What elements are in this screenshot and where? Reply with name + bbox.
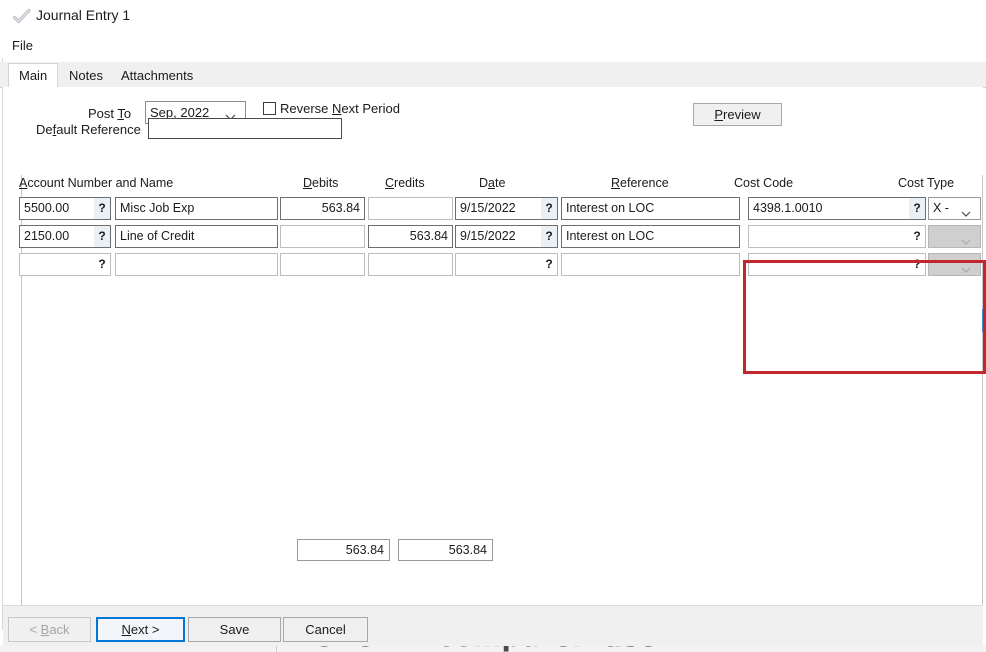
reverse-next-period-group[interactable]: Reverse Next Period — [263, 101, 400, 116]
table-row-debits[interactable] — [280, 253, 365, 276]
journal-entry-icon — [12, 6, 32, 26]
preview-button[interactable]: Preview — [693, 103, 782, 126]
journal-entry-window: Journal Entry 1 File Main Notes Attachme… — [0, 0, 986, 645]
debits-total: 563.84 — [297, 539, 390, 561]
journal-entry-screen: ement Deltek + ComputerEase Journal Entr… — [0, 0, 986, 652]
tab-strip: Main Notes Attachments — [0, 62, 986, 88]
table-row-cost-type — [928, 225, 981, 248]
table-row-debits[interactable]: 563.84 — [280, 197, 365, 220]
default-reference-input[interactable] — [148, 118, 342, 139]
date-lookup-icon[interactable]: ? — [541, 226, 557, 247]
column-header-account[interactable]: Account Number and Name — [19, 176, 173, 190]
table-row-credits[interactable] — [368, 253, 453, 276]
table-row-account-name[interactable]: Misc Job Exp — [115, 197, 278, 220]
table-row-cost-code[interactable] — [748, 253, 926, 276]
table-row-credits[interactable]: 563.84 — [368, 225, 453, 248]
column-header-date[interactable]: Date — [479, 176, 505, 190]
column-header-cost-code[interactable]: Cost Code — [734, 176, 793, 190]
cost-code-lookup-icon[interactable]: ? — [909, 226, 925, 247]
window-title: Journal Entry 1 — [36, 7, 130, 23]
column-header-credits[interactable]: Credits — [385, 176, 425, 190]
tab-attachments[interactable]: Attachments — [110, 64, 204, 87]
offscreen-field-edge[interactable] — [982, 309, 986, 332]
table-row-credits[interactable] — [368, 197, 453, 220]
back-button: < Back — [8, 617, 91, 642]
tab-main[interactable]: Main — [8, 63, 58, 88]
cost-code-lookup-icon[interactable]: ? — [909, 254, 925, 275]
tab-notes[interactable]: Notes — [58, 64, 114, 87]
table-row-cost-type[interactable]: X - — [928, 197, 981, 220]
credits-total: 563.84 — [398, 539, 493, 561]
table-row-account-name[interactable]: Line of Credit — [115, 225, 278, 248]
cost-code-lookup-icon[interactable]: ? — [909, 198, 925, 219]
reverse-next-period-label: Reverse Next Period — [280, 101, 400, 116]
menu-item-file[interactable]: File — [9, 37, 36, 54]
account-lookup-icon[interactable]: ? — [94, 198, 110, 219]
menubar: File — [0, 33, 986, 58]
default-reference-label: Default Reference — [36, 122, 141, 137]
account-lookup-icon[interactable]: ? — [94, 226, 110, 247]
date-lookup-icon[interactable]: ? — [541, 198, 557, 219]
table-row-cost-code[interactable] — [748, 225, 926, 248]
post-to-label: Post To — [88, 106, 131, 121]
reverse-next-period-checkbox[interactable] — [263, 102, 276, 115]
cancel-button[interactable]: Cancel — [283, 617, 368, 642]
table-row-cost-code[interactable]: 4398.1.0010 — [748, 197, 926, 220]
column-header-debits[interactable]: Debits — [303, 176, 338, 190]
column-header-reference[interactable]: Reference — [611, 176, 669, 190]
table-row-cost-type — [928, 253, 981, 276]
next-button[interactable]: Next > — [96, 617, 185, 642]
window-titlebar: Journal Entry 1 — [0, 0, 986, 33]
column-header-cost-type[interactable]: Cost Type — [898, 176, 954, 190]
table-row-reference[interactable]: Interest on LOC — [561, 197, 740, 220]
table-row-reference[interactable]: Interest on LOC — [561, 225, 740, 248]
date-lookup-icon[interactable]: ? — [541, 254, 557, 275]
main-tab-panel: Post To Sep, 2022 Reverse Next Period De… — [3, 87, 983, 605]
dialog-button-bar: < Back Next > Save Cancel — [3, 605, 983, 646]
table-row-account-name[interactable] — [115, 253, 278, 276]
account-lookup-icon[interactable]: ? — [94, 254, 110, 275]
table-row-debits[interactable] — [280, 225, 365, 248]
table-row-reference[interactable] — [561, 253, 740, 276]
save-button[interactable]: Save — [188, 617, 281, 642]
